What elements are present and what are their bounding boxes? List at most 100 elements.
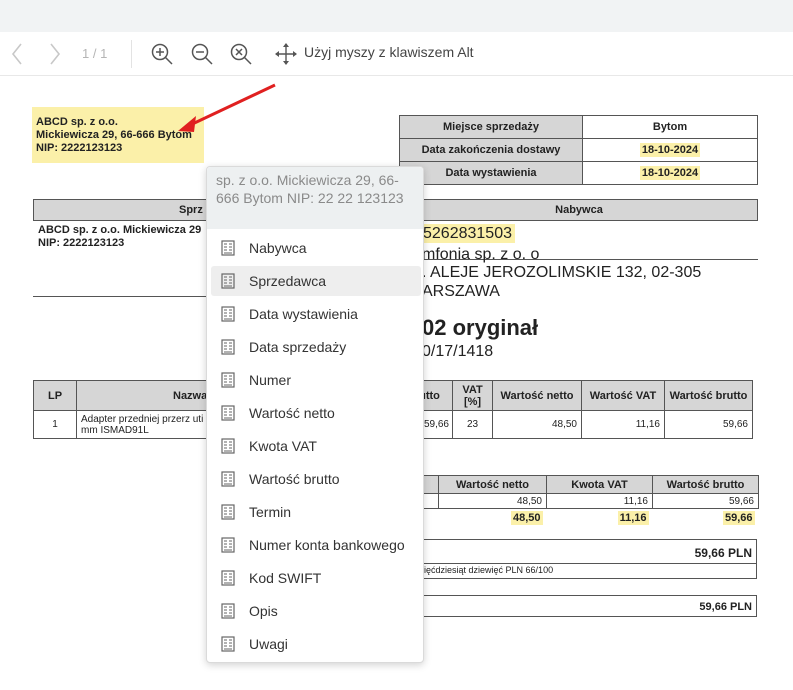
- context-menu-item-label: Wartość netto: [249, 405, 335, 421]
- context-menu-item-label: Kwota VAT: [249, 438, 317, 454]
- form-field-icon: [221, 273, 235, 289]
- info-value-text[interactable]: 18-10-2024: [639, 166, 701, 180]
- summary-col-vat: Kwota VAT: [546, 475, 653, 494]
- col-vat-value: Wartość VAT: [581, 380, 665, 411]
- vat-summary-table: Wartość netto Kwota VAT Wartość brutto 4…: [400, 475, 759, 527]
- summary-cell-gross: 59,66: [652, 493, 759, 509]
- buyer-name: mfonia sp. z o. o: [422, 246, 540, 263]
- seller-name: ABCD sp. z o.o.: [36, 116, 118, 128]
- sale-info-table: Miejsce sprzedaży Bytom Data zakończenia…: [399, 115, 758, 185]
- context-menu-item[interactable]: Sprzedawca: [211, 266, 421, 296]
- cell-gross: 59,66: [664, 410, 753, 439]
- info-label: Miejsce sprzedaży: [399, 115, 583, 139]
- summary-row: 48,50 11,16 59,66: [400, 493, 759, 509]
- next-page-button[interactable]: [42, 32, 68, 76]
- context-menu-item[interactable]: Data sprzedaży: [211, 332, 421, 362]
- form-field-icon: [221, 537, 235, 553]
- context-menu-item[interactable]: Wartość brutto: [211, 464, 421, 494]
- zoom-out-button[interactable]: [188, 32, 216, 76]
- info-value: 18-10-2024: [582, 161, 758, 185]
- field-context-menu: sp. z o.o. Mickiewicza 29, 66-666 Bytom …: [206, 166, 424, 663]
- form-field-icon: [221, 240, 235, 256]
- form-field-icon: [221, 405, 235, 421]
- alt-mode-label: Użyj myszy z klawiszem Alt: [304, 44, 474, 60]
- col-lp: LP: [33, 380, 77, 411]
- form-field-icon: [221, 339, 235, 355]
- col-vat: VAT [%]: [452, 380, 493, 411]
- summary-total-vat: 11,16: [547, 509, 653, 527]
- context-menu-item[interactable]: Kwota VAT: [211, 431, 421, 461]
- context-menu-item[interactable]: Numer: [211, 365, 421, 395]
- form-field-icon: [221, 306, 235, 322]
- context-menu-item[interactable]: Wartość netto: [211, 398, 421, 428]
- amount-due-box: 59,66 PLN: [400, 595, 757, 617]
- summary-total-row: m: 48,50 11,16 59,66: [401, 509, 759, 527]
- buyer-nip[interactable]: 5262831503: [420, 224, 515, 243]
- zoom-reset-button[interactable]: [227, 32, 255, 76]
- summary-cell-net: 48,50: [438, 493, 547, 509]
- form-field-icon: [221, 438, 235, 454]
- context-menu-item-label: Opis: [249, 603, 278, 619]
- summary-header-row: Wartość netto Kwota VAT Wartość brutto: [400, 475, 759, 494]
- col-gross: Wartość brutto: [664, 380, 753, 411]
- invoice-number: 0/17/1418: [422, 343, 494, 360]
- context-menu-item[interactable]: Data wystawienia: [211, 299, 421, 329]
- zoom-reset-icon: [230, 43, 252, 65]
- form-field-icon: [221, 471, 235, 487]
- cell-net: 48,50: [492, 410, 582, 439]
- context-menu-item[interactable]: Opis: [211, 596, 421, 626]
- previous-page-button[interactable]: [4, 32, 30, 76]
- context-menu-item[interactable]: Nabywca: [211, 233, 421, 263]
- info-label: Data wystawienia: [399, 161, 583, 185]
- form-field-icon: [221, 636, 235, 652]
- window-top-strip: [0, 0, 793, 32]
- seller-address: Mickiewicza 29, 66-666 Bytom: [36, 129, 192, 141]
- context-menu-item[interactable]: Kod SWIFT: [211, 563, 421, 593]
- summary-total-net-value[interactable]: 48,50: [510, 510, 543, 525]
- context-menu-item-label: Numer: [249, 372, 292, 388]
- info-value-text: Bytom: [652, 121, 688, 133]
- col-net: Wartość netto: [492, 380, 582, 411]
- total-in-words: pięćdziesiąt dziewięć PLN 66/100: [400, 563, 757, 579]
- info-value-text[interactable]: 18-10-2024: [639, 143, 701, 157]
- summary-col-net: Wartość netto: [438, 475, 547, 494]
- seller-highlight-box[interactable]: ABCD sp. z o.o. Mickiewicza 29, 66-666 B…: [32, 107, 204, 163]
- chevron-left-icon: [11, 43, 22, 65]
- context-menu-item[interactable]: Uwagi: [211, 629, 421, 659]
- zoom-in-button[interactable]: [148, 32, 176, 76]
- summary-col-gross: Wartość brutto: [652, 475, 759, 494]
- viewer-toolbar: 1 / 1 Użyj myszy z klawiszem Alt: [0, 32, 793, 76]
- seller-detail-line: ABCD sp. z o.o. Mickiewicza 29: [38, 224, 202, 236]
- context-menu-item[interactable]: Termin: [211, 497, 421, 527]
- context-menu-header: sp. z o.o. Mickiewicza 29, 66-666 Bytom …: [207, 167, 423, 229]
- summary-total-vat-value[interactable]: 11,16: [617, 510, 649, 525]
- buyer-section-header: Nabywca: [400, 199, 758, 221]
- summary-total-gross-value[interactable]: 59,66: [722, 510, 755, 525]
- cell-vat: 23: [452, 410, 493, 439]
- form-field-icon: [221, 504, 235, 520]
- move-arrows-icon: [275, 43, 297, 65]
- context-menu-item-label: Sprzedawca: [249, 273, 327, 289]
- info-row: Data wystawienia 18-10-2024: [399, 161, 758, 185]
- seller-divider: [33, 296, 213, 297]
- context-menu-item-label: Numer konta bankowego: [249, 537, 405, 553]
- form-field-icon: [221, 372, 235, 388]
- context-menu-item[interactable]: Numer konta bankowego: [211, 530, 421, 560]
- context-menu-item-label: Nabywca: [249, 240, 307, 256]
- summary-cell-vat: 11,16: [546, 493, 653, 509]
- info-value: 18-10-2024: [582, 138, 758, 162]
- chevron-right-icon: [50, 43, 61, 65]
- page-indicator: 1 / 1: [82, 46, 108, 61]
- seller-nip: NIP: 2222123123: [36, 142, 123, 154]
- toolbar-separator: [131, 40, 132, 68]
- buyer-address: . ALEJE JEROZOLIMSKIE 132, 02-305: [422, 264, 702, 281]
- info-label: Data zakończenia dostawy: [399, 138, 583, 162]
- context-menu-item-label: Termin: [249, 504, 292, 520]
- form-field-icon: [221, 603, 235, 619]
- buyer-city: ARSZAWA: [422, 283, 500, 300]
- pan-mode-button[interactable]: [273, 32, 299, 76]
- seller-details: ABCD sp. z o.o. Mickiewicza 29 NIP: 2222…: [38, 224, 201, 250]
- zoom-in-icon: [151, 43, 173, 65]
- zoom-out-icon: [191, 43, 213, 65]
- summary-total-gross: 59,66: [653, 509, 759, 527]
